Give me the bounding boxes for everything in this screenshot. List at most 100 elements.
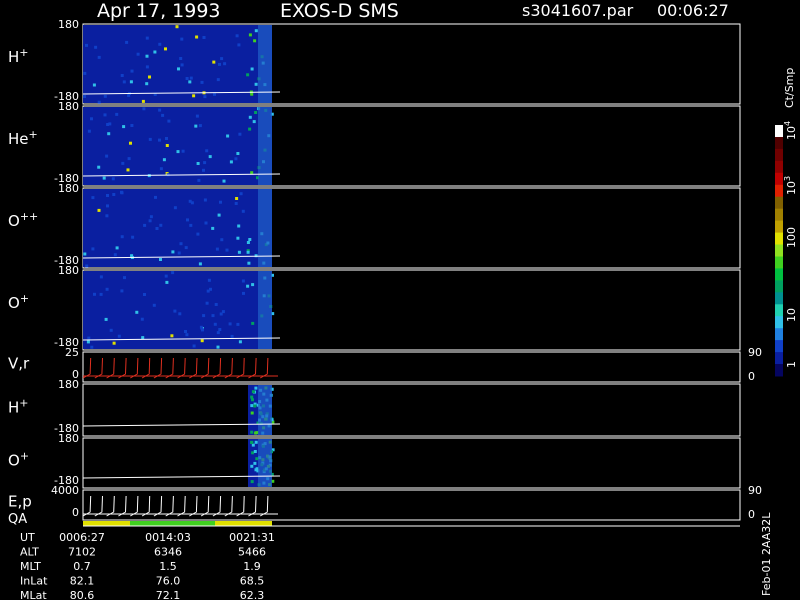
spectrogram-pixel <box>250 395 254 399</box>
spectrogram-pixel <box>99 292 103 296</box>
spectrogram-pixel <box>161 113 165 117</box>
spectrogram-pixel <box>238 132 242 136</box>
spectrogram-pixel <box>129 141 132 145</box>
spectrogram-pixel <box>213 322 217 326</box>
spectrogram-column <box>258 25 272 103</box>
panel-ytick-top: 180 <box>58 18 79 31</box>
orbit-value: 68.5 <box>240 575 265 588</box>
panel-op2: O+180-180 <box>8 432 741 489</box>
quality-segment <box>130 521 215 526</box>
spectrogram-pixel <box>122 125 126 129</box>
spectrogram-pixel <box>242 291 245 295</box>
spectrogram-pixel <box>127 157 131 161</box>
colorbar-swatch <box>775 244 783 257</box>
spectrogram-pixel <box>115 112 119 116</box>
spectrogram-pixel <box>159 223 163 227</box>
spectrogram-pixel <box>237 250 241 254</box>
spectrogram-pixel <box>195 35 199 39</box>
spectrogram-pixel <box>159 167 163 171</box>
colorbar-label: 100 <box>785 227 798 248</box>
quality-segment <box>83 521 130 526</box>
spectrogram-pixel <box>251 390 255 394</box>
spectrogram-pixel <box>247 261 251 265</box>
spectrogram-pixel <box>179 242 183 246</box>
panel-y2tick-bottom: 0 <box>748 508 755 521</box>
panel-ytick-top: 180 <box>58 100 79 113</box>
spectrogram-pixel <box>237 224 241 228</box>
colorbar-label: 1 <box>785 361 798 368</box>
spectrogram-pixel <box>251 443 255 447</box>
orbit-value: 7102 <box>68 546 96 559</box>
colorbar-swatch <box>775 268 783 281</box>
spectrogram-pixel <box>154 195 157 199</box>
spectrogram-pixel <box>178 312 182 316</box>
spectrogram-pixel <box>104 317 108 321</box>
spectrogram-pixel <box>129 80 133 84</box>
spectrogram-pixel <box>165 280 169 284</box>
spectrogram-pixel <box>195 114 199 118</box>
exos-d-sms-plot: Apr 17, 1993 EXOS-D SMS s3041607.par 00:… <box>8 0 798 600</box>
spectrogram-pixel <box>198 124 202 128</box>
panel-frame <box>82 437 741 489</box>
spectrogram-pixel <box>241 209 245 213</box>
header-date: Apr 17, 1993 <box>97 0 221 22</box>
spectrogram-pixel <box>184 246 188 250</box>
spectrogram-pixel <box>229 160 233 164</box>
spectrogram-pixel <box>97 55 101 59</box>
panel-vr: V,r250900 <box>8 346 762 383</box>
spectrogram-pixel <box>83 71 87 75</box>
colorbar-swatch <box>775 328 783 341</box>
spectrogram-pixel <box>125 40 129 44</box>
spectrogram-pixel <box>250 430 254 434</box>
spectrogram-pixel <box>212 60 216 64</box>
spectrogram-pixel <box>159 258 162 261</box>
spectrogram-pixel <box>196 162 200 165</box>
spectrogram-pixel <box>112 193 116 196</box>
spectrogram-pixel <box>143 223 147 227</box>
orbit-value: 0006:27 <box>59 531 105 544</box>
spectrogram-pixel <box>126 168 130 172</box>
panels-layer: H+180-180He+180-180O++180-180O+180-180V,… <box>8 18 762 521</box>
spectrogram-pixel <box>185 333 189 337</box>
spectrogram-pixel <box>254 29 258 33</box>
orbit-value: 0014:03 <box>145 531 191 544</box>
panel-label: H+ <box>8 397 29 417</box>
spectrogram-pixel <box>226 134 230 138</box>
panel-ytick-top: 180 <box>58 264 79 277</box>
spectrogram-pixel <box>145 36 149 40</box>
spectrogram-pixel <box>250 464 254 468</box>
panel-label: V,r <box>8 355 30 373</box>
spectrogram-pixel <box>93 292 96 296</box>
spectrogram-pixel <box>203 198 207 202</box>
spectrogram-pixel <box>121 161 125 165</box>
spectrogram-pixel <box>239 192 243 196</box>
spectrogram-pixel <box>216 78 220 82</box>
colorbar-swatch <box>775 220 783 234</box>
panel-ytick-top: 4000 <box>51 484 79 497</box>
spectrogram-pixel <box>97 100 101 104</box>
spectrogram-pixel <box>130 69 134 73</box>
spectrogram-pixel <box>103 113 107 117</box>
spectrogram-pixel <box>105 214 109 218</box>
spectrogram-pixel <box>103 94 107 98</box>
spectrogram-pixel <box>211 226 215 230</box>
colorbar-swatch <box>775 256 783 269</box>
orbit-label: MLat <box>20 589 47 600</box>
spectrogram-pixel <box>92 83 96 87</box>
spectrogram-pixel <box>148 137 152 141</box>
spectrogram-pixel <box>87 336 91 340</box>
colorbar-swatch <box>775 148 783 162</box>
spectrogram-pixel <box>115 246 119 250</box>
spectrogram-pixel <box>250 171 254 175</box>
spectrogram-pixel <box>225 248 229 252</box>
footer-id: Feb-01 2AA32L <box>760 512 773 596</box>
panel-frame <box>82 489 741 521</box>
spectrogram-pixel <box>165 144 169 147</box>
spectrogram-background <box>83 25 272 103</box>
spectrogram-pixel <box>222 179 226 183</box>
spectrogram-pixel <box>85 264 89 268</box>
spectrogram-pixel <box>223 62 227 66</box>
panel-ytick-top: 180 <box>58 432 79 445</box>
orbit-value: 72.1 <box>156 589 181 600</box>
spectrogram-pixel <box>179 57 183 60</box>
